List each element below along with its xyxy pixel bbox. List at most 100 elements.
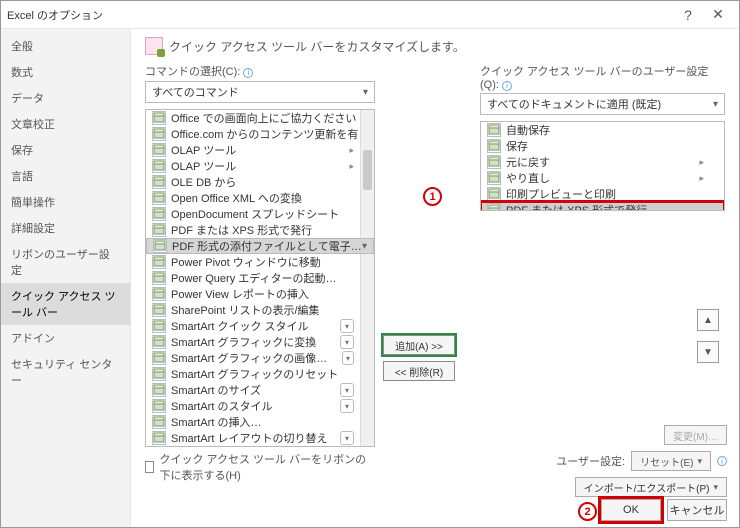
split-indicator: ▾ bbox=[340, 383, 354, 397]
list-item[interactable]: SmartArt のスタイル ▾ bbox=[146, 398, 374, 414]
list-item[interactable]: Power View レポートの挿入 bbox=[146, 286, 374, 302]
left-list[interactable]: Office での画面向上にご協力くださいOffice.com からのコンテンツ… bbox=[145, 109, 375, 447]
split-indicator: ▾ bbox=[340, 335, 354, 349]
list-item[interactable]: Power Query エディターの起動… bbox=[146, 270, 374, 286]
sidebar-item[interactable]: リボンのユーザー設定 bbox=[1, 241, 130, 283]
reset-button[interactable]: リセット(E)▾ bbox=[631, 451, 711, 471]
sidebar-item[interactable]: 数式 bbox=[1, 59, 130, 85]
split-indicator: ▾ bbox=[340, 399, 354, 413]
page-title: クイック アクセス ツール バーをカスタマイズします。 bbox=[169, 38, 465, 55]
list-item[interactable]: Office.com からのコンテンツ更新を有効にす… bbox=[146, 126, 374, 142]
close-button[interactable]: ✕ bbox=[703, 1, 733, 29]
move-down-button[interactable]: ▼ bbox=[697, 341, 719, 363]
command-icon bbox=[152, 303, 166, 317]
command-icon bbox=[152, 255, 166, 269]
import-export-button[interactable]: インポート/エクスポート(P)▾ bbox=[575, 477, 727, 497]
list-item-label: SmartArt グラフィックに変換 bbox=[171, 334, 316, 350]
callout-1: 1 bbox=[423, 187, 442, 206]
scrollbar[interactable] bbox=[360, 110, 374, 446]
command-icon bbox=[152, 111, 166, 125]
list-item-label: SmartArt のサイズ bbox=[171, 382, 261, 398]
list-item[interactable]: OLAP ツール▸ bbox=[146, 158, 374, 174]
sidebar-item[interactable]: 保存 bbox=[1, 137, 130, 163]
split-indicator: ▾ bbox=[340, 431, 354, 445]
remove-button[interactable]: << 削除(R) bbox=[383, 361, 455, 381]
modify-button: 変更(M)… bbox=[664, 425, 727, 445]
list-item[interactable]: 自動保存 bbox=[481, 122, 724, 138]
user-label: ユーザー設定: bbox=[556, 453, 625, 469]
list-item-label: Power View レポートの挿入 bbox=[171, 286, 309, 302]
list-item[interactable]: PDF 形式の添付ファイルとして電子メールで… bbox=[146, 238, 374, 254]
list-item[interactable]: SmartArt レイアウトの切り替え▾ bbox=[146, 430, 374, 446]
right-select[interactable]: すべてのドキュメントに適用 (既定) bbox=[480, 93, 725, 115]
list-item[interactable]: SQL Server Analysis Services データベ… bbox=[146, 446, 374, 447]
list-item[interactable]: OLE DB から bbox=[146, 174, 374, 190]
sidebar-item[interactable]: 全般 bbox=[1, 33, 130, 59]
sidebar-item[interactable]: セキュリティ センター bbox=[1, 351, 130, 393]
sidebar: 全般数式データ文章校正保存言語簡単操作詳細設定リボンのユーザー設定クイック アク… bbox=[1, 29, 131, 527]
help-button[interactable]: ? bbox=[673, 1, 703, 29]
sidebar-item[interactable]: 詳細設定 bbox=[1, 215, 130, 241]
list-item[interactable]: SmartArt グラフィックに変換 ▾ bbox=[146, 334, 374, 350]
command-icon bbox=[152, 175, 166, 189]
list-item-label: SmartArt クイック スタイル bbox=[171, 318, 309, 334]
command-icon bbox=[152, 143, 166, 157]
list-item-label: 自動保存 bbox=[506, 122, 550, 138]
sidebar-item[interactable]: 言語 bbox=[1, 163, 130, 189]
list-item[interactable]: 元に戻す▸ bbox=[481, 154, 724, 170]
command-icon bbox=[487, 203, 501, 211]
list-item[interactable]: SmartArt の挿入… bbox=[146, 414, 374, 430]
list-item[interactable]: SmartArt グラフィックのリセット bbox=[146, 366, 374, 382]
list-item[interactable]: SharePoint リストの表示/編集 bbox=[146, 302, 374, 318]
list-item[interactable]: OLAP ツール▸ bbox=[146, 142, 374, 158]
command-icon bbox=[152, 271, 166, 285]
list-item[interactable]: Power Pivot ウィンドウに移動 bbox=[146, 254, 374, 270]
list-item[interactable]: Open Office XML への変換 bbox=[146, 190, 374, 206]
info-icon: i bbox=[717, 456, 727, 466]
list-item-label: OpenDocument スプレッドシート bbox=[171, 206, 339, 222]
sidebar-item[interactable]: 文章校正 bbox=[1, 111, 130, 137]
list-item[interactable]: PDF または XPS 形式で発行 bbox=[481, 202, 724, 211]
command-icon bbox=[152, 287, 166, 301]
command-icon bbox=[152, 367, 166, 381]
split-indicator: ▾ bbox=[340, 319, 354, 333]
list-item[interactable]: 印刷プレビューと印刷 bbox=[481, 186, 724, 202]
list-item[interactable]: 保存 bbox=[481, 138, 724, 154]
titlebar: Excel のオプション ? ✕ bbox=[1, 1, 739, 29]
list-item[interactable]: SmartArt クイック スタイル ▾ bbox=[146, 318, 374, 334]
list-item[interactable]: SmartArt のサイズ ▾ bbox=[146, 382, 374, 398]
command-icon bbox=[152, 431, 166, 445]
move-up-button[interactable]: ▲ bbox=[697, 309, 719, 331]
left-select[interactable]: すべてのコマンド bbox=[145, 81, 375, 103]
list-item[interactable]: PDF または XPS 形式で発行 bbox=[146, 222, 374, 238]
list-item[interactable]: やり直し▸ bbox=[481, 170, 724, 186]
command-icon bbox=[152, 383, 166, 397]
list-item[interactable]: Office での画面向上にご協力ください bbox=[146, 110, 374, 126]
list-item[interactable]: OpenDocument スプレッドシート bbox=[146, 206, 374, 222]
callout-2: 2 bbox=[578, 502, 597, 521]
right-list[interactable]: 自動保存保存元に戻す▸やり直し▸印刷プレビューと印刷PDF または XPS 形式… bbox=[480, 121, 725, 211]
sidebar-item[interactable]: クイック アクセス ツール バー bbox=[1, 283, 130, 325]
list-item-label: 元に戻す bbox=[506, 154, 550, 170]
list-item-label: SmartArt のスタイル bbox=[171, 398, 272, 414]
list-item-label: Office.com からのコンテンツ更新を有効にす… bbox=[171, 126, 370, 142]
list-item-label: SharePoint リストの表示/編集 bbox=[171, 302, 320, 318]
list-item[interactable]: SmartArt グラフィックの画像の色を変更▾ bbox=[146, 350, 374, 366]
command-icon bbox=[152, 207, 166, 221]
command-icon bbox=[152, 191, 166, 205]
list-item-label: やり直し bbox=[506, 170, 550, 186]
below-ribbon-row[interactable]: クイック アクセス ツール バーをリボンの下に表示する(H) bbox=[145, 451, 375, 483]
page-header: クイック アクセス ツール バーをカスタマイズします。 bbox=[145, 37, 725, 55]
command-icon bbox=[487, 171, 501, 185]
command-icon bbox=[153, 239, 167, 253]
add-button[interactable]: 追加(A) >> bbox=[383, 335, 455, 355]
ok-button[interactable]: OK bbox=[601, 499, 661, 521]
sidebar-item[interactable]: アドイン bbox=[1, 325, 130, 351]
cancel-button[interactable]: キャンセル bbox=[667, 499, 727, 521]
command-icon bbox=[487, 187, 501, 201]
sidebar-item[interactable]: データ bbox=[1, 85, 130, 111]
checkbox[interactable] bbox=[145, 461, 154, 473]
right-label: クイック アクセス ツール バーのユーザー設定(Q):i bbox=[480, 63, 725, 91]
sidebar-item[interactable]: 簡単操作 bbox=[1, 189, 130, 215]
list-item-label: SQL Server Analysis Services データベ… bbox=[171, 446, 370, 447]
